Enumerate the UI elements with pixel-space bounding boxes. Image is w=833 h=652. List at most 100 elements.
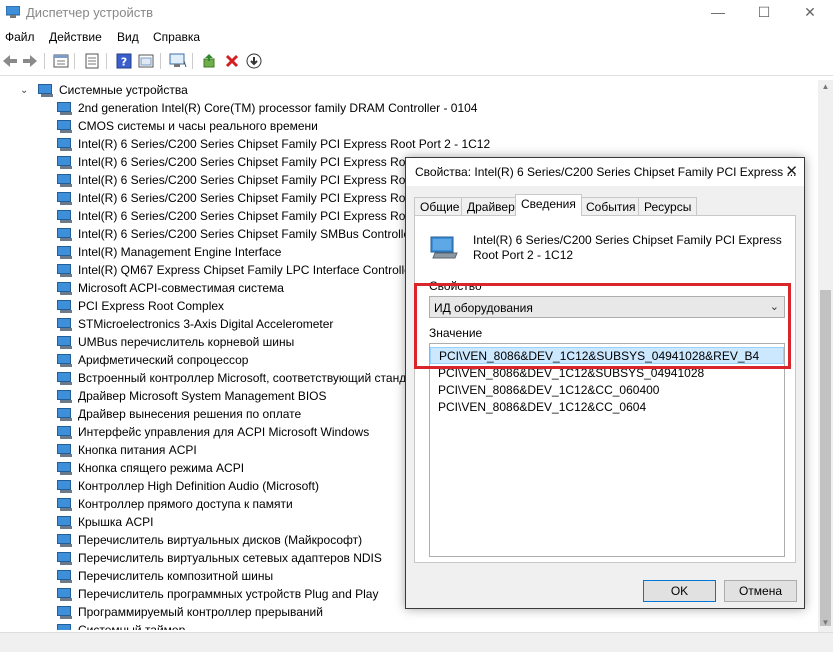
scroll-up-icon[interactable]: ▲ bbox=[818, 80, 833, 94]
toolbar-divider bbox=[74, 53, 75, 69]
maximize-button[interactable]: ☐ bbox=[741, 0, 787, 26]
property-select[interactable]: ИД оборудования ⌄ bbox=[429, 296, 785, 318]
tree-item-label: PCI Express Root Complex bbox=[78, 299, 225, 313]
tree-item-label: Intel(R) 6 Series/C200 Series Chipset Fa… bbox=[78, 191, 434, 205]
menu-help[interactable]: Справка bbox=[153, 30, 200, 44]
back-arrow-icon[interactable] bbox=[1, 52, 19, 70]
horizontal-scrollbar[interactable] bbox=[0, 632, 833, 652]
ok-button[interactable]: OK bbox=[643, 580, 716, 602]
tree-item[interactable]: Intel(R) 6 Series/C200 Series Chipset Fa… bbox=[57, 225, 421, 243]
tree-item[interactable]: Intel(R) QM67 Express Chipset Family LPC… bbox=[57, 261, 415, 279]
tree-item[interactable]: Интерфейс управления для ACPI Microsoft … bbox=[57, 423, 369, 441]
view-window-icon[interactable] bbox=[137, 52, 155, 70]
tree-item[interactable]: Контроллер прямого доступа к памяти bbox=[57, 495, 293, 513]
tab-resources[interactable]: Ресурсы bbox=[638, 197, 698, 216]
help-icon[interactable]: ? bbox=[115, 52, 133, 70]
value-item[interactable]: PCI\VEN_8086&DEV_1C12&SUBSYS_04941028 bbox=[430, 365, 784, 382]
tree-item-label: Контроллер прямого доступа к памяти bbox=[78, 497, 293, 511]
properties-window-icon[interactable] bbox=[52, 52, 70, 70]
tree-item[interactable]: 2nd generation Intel(R) Core(TM) process… bbox=[57, 99, 477, 117]
device-icon bbox=[57, 209, 73, 223]
tree-item[interactable]: Кнопка питания ACPI bbox=[57, 441, 197, 459]
tree-item-label: Кнопка питания ACPI bbox=[78, 443, 197, 457]
document-icon[interactable] bbox=[83, 52, 101, 70]
tree-category[interactable]: ⌄ Системные устройства bbox=[20, 81, 188, 99]
vertical-scrollbar[interactable]: ▲ ▼ bbox=[818, 80, 833, 632]
scroll-down-icon[interactable]: ▼ bbox=[818, 616, 833, 630]
menu-view[interactable]: Вид bbox=[117, 30, 139, 44]
tree-item-label: Арифметический сопроцессор bbox=[78, 353, 249, 367]
tree-item[interactable]: Intel(R) 6 Series/C200 Series Chipset Fa… bbox=[57, 189, 433, 207]
device-manager-icon bbox=[6, 6, 20, 18]
device-icon bbox=[57, 461, 73, 475]
scan-hardware-icon[interactable] bbox=[169, 52, 187, 70]
device-icon bbox=[57, 605, 73, 619]
download-icon[interactable] bbox=[245, 52, 263, 70]
tree-item[interactable]: Арифметический сопроцессор bbox=[57, 351, 248, 369]
tree-item[interactable]: Драйвер вынесения решения по оплате bbox=[57, 405, 301, 423]
device-icon bbox=[57, 119, 73, 133]
menu-file[interactable]: Файл bbox=[5, 30, 35, 44]
cancel-button[interactable]: Отмена bbox=[724, 580, 797, 602]
device-icon bbox=[57, 227, 73, 241]
tree-item-label: Драйвер Microsoft System Management BIOS bbox=[78, 389, 327, 403]
device-icon bbox=[57, 353, 73, 367]
tree-item[interactable]: Intel(R) Management Engine Interface bbox=[57, 243, 281, 261]
tree-item[interactable]: Перечислитель программных устройств Plug… bbox=[57, 585, 378, 603]
property-label: Свойство bbox=[429, 279, 482, 293]
tree-item-label: Intel(R) Management Engine Interface bbox=[78, 245, 282, 259]
tree-item[interactable]: Перечислитель виртуальных сетевых адапте… bbox=[57, 549, 382, 567]
tree-item-label: Программируемый контроллер прерываний bbox=[78, 605, 323, 619]
tree-item[interactable]: UMBus перечислитель корневой шины bbox=[57, 333, 294, 351]
minimize-button[interactable]: — bbox=[695, 0, 741, 26]
menu-action[interactable]: Действие bbox=[49, 30, 102, 44]
update-driver-icon[interactable] bbox=[201, 52, 219, 70]
scrollbar-thumb[interactable] bbox=[820, 290, 831, 626]
tree-item[interactable]: Драйвер Microsoft System Management BIOS bbox=[57, 387, 327, 405]
tree-item[interactable]: Intel(R) 6 Series/C200 Series Chipset Fa… bbox=[57, 171, 433, 189]
tree-item[interactable]: Intel(R) 6 Series/C200 Series Chipset Fa… bbox=[57, 153, 433, 171]
device-icon bbox=[57, 335, 73, 349]
tab-events[interactable]: События bbox=[580, 197, 642, 216]
tree-item[interactable]: Крышка ACPI bbox=[57, 513, 153, 531]
details-panel: Intel(R) 6 Series/C200 Series Chipset Fa… bbox=[414, 215, 796, 563]
close-button[interactable]: ✕ bbox=[787, 0, 833, 26]
tree-item-label: Встроенный контроллер Microsoft, соответ… bbox=[78, 371, 407, 385]
tab-general[interactable]: Общие bbox=[414, 197, 466, 216]
value-item[interactable]: PCI\VEN_8086&DEV_1C12&CC_060400 bbox=[430, 382, 784, 399]
tree-item[interactable]: Перечислитель виртуальных дисков (Майкро… bbox=[57, 531, 362, 549]
value-label: Значение bbox=[429, 326, 483, 340]
menu-bar: Файл Действие Вид Справка bbox=[0, 26, 833, 48]
dialog-close-icon[interactable]: ✕ bbox=[785, 162, 798, 180]
tree-item[interactable]: Перечислитель композитной шины bbox=[57, 567, 273, 585]
device-icon bbox=[57, 443, 73, 457]
tree-item[interactable]: PCI Express Root Complex bbox=[57, 297, 224, 315]
uninstall-x-icon[interactable] bbox=[223, 52, 241, 70]
chevron-down-icon[interactable]: ⌄ bbox=[20, 85, 32, 96]
tree-item[interactable]: Контроллер High Definition Audio (Micros… bbox=[57, 477, 319, 495]
device-icon bbox=[57, 155, 73, 169]
value-list[interactable]: PCI\VEN_8086&DEV_1C12&SUBSYS_04941028&RE… bbox=[429, 343, 785, 557]
tree-item[interactable]: CMOS системы и часы реального времени bbox=[57, 117, 318, 135]
tree-item[interactable]: Программируемый контроллер прерываний bbox=[57, 603, 323, 621]
tree-item[interactable]: Microsoft ACPI-совместимая система bbox=[57, 279, 284, 297]
title-bar: Диспетчер устройств — ☐ ✕ bbox=[0, 0, 833, 26]
tree-item[interactable]: Intel(R) 6 Series/C200 Series Chipset Fa… bbox=[57, 135, 490, 153]
toolbar: ? bbox=[0, 48, 833, 76]
tree-item-label: Перечислитель виртуальных сетевых адапте… bbox=[78, 551, 382, 565]
value-item[interactable]: PCI\VEN_8086&DEV_1C12&SUBSYS_04941028&RE… bbox=[430, 347, 784, 364]
device-icon bbox=[57, 587, 73, 601]
forward-arrow-icon[interactable] bbox=[21, 52, 39, 70]
tree-item[interactable]: Кнопка спящего режима ACPI bbox=[57, 459, 244, 477]
value-item[interactable]: PCI\VEN_8086&DEV_1C12&CC_0604 bbox=[430, 399, 784, 416]
tree-item[interactable]: Intel(R) 6 Series/C200 Series Chipset Fa… bbox=[57, 207, 433, 225]
tab-details[interactable]: Сведения bbox=[515, 194, 582, 216]
device-icon bbox=[57, 317, 73, 331]
system-device-icon bbox=[38, 83, 54, 97]
device-icon bbox=[57, 281, 73, 295]
tree-item[interactable]: Системный таймер bbox=[57, 621, 185, 630]
tree-item[interactable]: STMicroelectronics 3-Axis Digital Accele… bbox=[57, 315, 333, 333]
tree-item-label: Microsoft ACPI-совместимая система bbox=[78, 281, 284, 295]
tree-item[interactable]: Встроенный контроллер Microsoft, соответ… bbox=[57, 369, 406, 387]
tab-driver[interactable]: Драйвер bbox=[461, 197, 521, 216]
